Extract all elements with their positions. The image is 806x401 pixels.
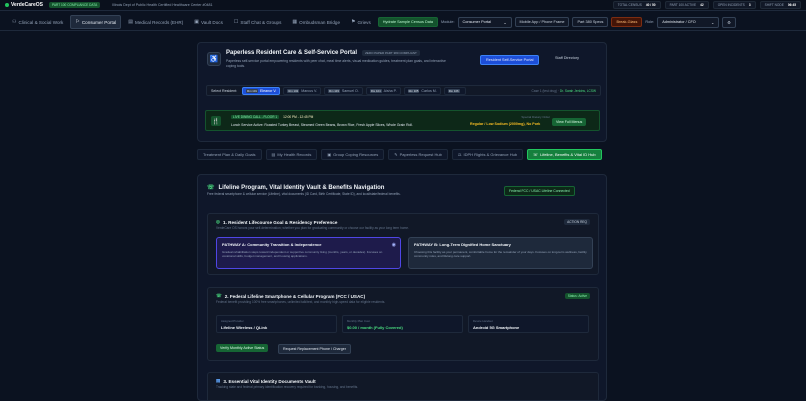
resident-hint: Case 1 (test drug) · Dr. Sarah Jenkins, … xyxy=(531,88,597,93)
resident-chip[interactable]: Rm 105 Carlos M. xyxy=(403,86,441,95)
chat-icon: ☐ xyxy=(233,19,239,25)
resident-chip[interactable]: Rm 104 Aisha P. xyxy=(365,86,401,95)
verify-status-button[interactable]: Verify Monthly Active Status xyxy=(216,344,269,352)
section-description: Federal benefit providing 100% free smar… xyxy=(216,300,386,304)
tab-treatment-plan[interactable]: Treatment Plan & Daily Goals xyxy=(197,148,262,160)
card-description: Free federal smartphone & cellular servi… xyxy=(207,192,401,196)
settings-icon[interactable]: ⚙ xyxy=(722,16,736,28)
section-vital-docs: ▤ 3. Essential Vital Identity Documents V… xyxy=(207,372,599,400)
tab-request-hub[interactable]: ✎ Paperless Request Hub xyxy=(388,148,448,160)
brand-logo-icon xyxy=(5,3,9,7)
chevron-down-icon: ⌄ xyxy=(711,20,715,25)
section-description: VerdeCare OS honors your self-determinat… xyxy=(216,226,409,230)
provider-field: Assigned Provider Lifeline Wireless / QL… xyxy=(216,315,337,333)
nav-ombudsman[interactable]: ▦ Ombudsman Bridge xyxy=(288,16,344,28)
records-icon: ▤ xyxy=(128,19,134,25)
hydrate-button[interactable]: Hydrate Sample Census Data xyxy=(377,17,438,27)
break-glass-button[interactable]: Break-Glass xyxy=(611,17,643,27)
pathway-a-option[interactable]: PATHWAY A: Community Transition & Indepe… xyxy=(216,237,401,269)
bridge-icon: ▦ xyxy=(292,19,298,25)
diet-value: Regular / Low Sodium (2000mg), No Pork xyxy=(470,122,541,126)
portal-tag: ZERO PAPER PART 380 COMPLIANT xyxy=(362,50,420,56)
nav-clinical[interactable]: ⚇ Clinical & Social Work xyxy=(8,16,67,28)
card-title: ☏ Lifeline Program, Vital Identity Vault … xyxy=(207,184,385,192)
phone-icon: ☏ xyxy=(216,293,222,298)
section-lifeline: ☏ 2. Federal Lifeline Smartphone & Cellul… xyxy=(207,287,599,361)
pencil-icon: ✎ xyxy=(394,151,398,157)
view-menus-button[interactable]: View Full Menus xyxy=(552,118,587,126)
stat-incidents: OPEN INCIDENTS 3 xyxy=(712,1,756,9)
resident-chip[interactable]: Rm 106 xyxy=(443,86,466,95)
device-field: Device Handset Android 5G Smartphone xyxy=(468,315,589,333)
portal-description: Paperless self-service portal empowering… xyxy=(226,59,446,68)
section-lifecourse: ◎ 1. Resident Lifecourse Goal & Residency… xyxy=(207,213,599,275)
top-stats: TOTAL CENSUS 40 / 50 PART 100 ACTIVE 42 OP… xyxy=(612,1,801,9)
scale-icon: ⚖ xyxy=(457,151,462,157)
tab-health-records[interactable]: ▤ My Health Records xyxy=(265,148,318,160)
nav-vault-docs[interactable]: ▣ Vault Docs xyxy=(190,16,227,28)
replacement-phone-button[interactable]: Request Replacement Phone / Charger xyxy=(278,344,351,354)
specs-button[interactable]: Part 380 Specs xyxy=(572,17,609,27)
section-title: 1. Resident Lifecourse Goal & Residency … xyxy=(223,219,338,225)
vault-icon: ▣ xyxy=(194,19,200,25)
brand-name: VerdeCareOS xyxy=(11,2,43,8)
plan-cost-field: Monthly Plan Cost $0.00 / month (Fully C… xyxy=(342,315,463,333)
live-badge: LIVE DINING CALL - FLOOR 1 xyxy=(231,115,280,119)
nav-consumer-portal[interactable]: ⚐ Consumer Portal xyxy=(70,15,122,29)
chevron-down-icon: ⌄ xyxy=(503,20,507,25)
portal-tabs: Treatment Plan & Daily Goals ▤ My Health … xyxy=(197,148,607,160)
section-title: 3. Essential Vital Identity Documents Va… xyxy=(223,378,316,384)
resident-chip[interactable]: Rm 103 Samuel O. xyxy=(324,86,363,95)
diet-label: Special Dietary Order xyxy=(521,115,550,119)
select-resident-label: Select Resident: xyxy=(211,88,238,93)
tab-rights-hub[interactable]: ⚖ IDPH Rights & Grievance Hub xyxy=(451,148,524,160)
nav-medical-records[interactable]: ▤ Medical Records (EHR) xyxy=(124,16,187,28)
resident-portal-button[interactable]: Resident Self-Service Portal xyxy=(480,55,540,65)
accessibility-icon: ♿ xyxy=(207,52,221,66)
fcc-badge: Federal FCC / USAC Lifeline Connected xyxy=(504,186,575,196)
target-icon: ◎ xyxy=(216,219,221,224)
stat-shift: SHIFT NODE 06:45 xyxy=(759,1,801,9)
compliance-pill: PART 100 COMPLIANCE DATA xyxy=(48,2,101,8)
action-badge: ACTION REQ xyxy=(564,219,590,225)
stat-part100: PART 100 ACTIVE 42 xyxy=(664,1,709,9)
users-icon: ⚇ xyxy=(12,19,17,25)
tab-lifeline-hub[interactable]: ☏ Lifeline, Benefits & Vital ID Hub xyxy=(527,148,602,160)
nav-grievs[interactable]: ⚑ Grievs xyxy=(347,16,375,28)
lifeline-card: ☏ Lifeline Program, Vital Identity Vault … xyxy=(197,174,607,401)
top-bar: VerdeCareOS PART 100 COMPLIANCE DATA Ill… xyxy=(0,0,806,11)
mobile-app-button[interactable]: Mobile App / Phone Frame xyxy=(514,17,570,27)
stat-census: TOTAL CENSUS 40 / 50 xyxy=(612,1,661,9)
main-nav: ⚇ Clinical & Social Work ⚐ Consumer Portal… xyxy=(0,14,806,31)
resident-chip[interactable]: Rm 102 Marcus V. xyxy=(283,86,322,95)
brand[interactable]: VerdeCareOS xyxy=(5,2,43,8)
dining-icon: 🍴 xyxy=(211,116,221,126)
section-description: Tracking state and federal primary ident… xyxy=(216,385,359,389)
check-circle-icon: ◉ xyxy=(391,242,396,248)
live-menu-text: Lunch Service Active: Roasted Turkey Bre… xyxy=(231,123,413,127)
phone-icon: ☏ xyxy=(207,185,215,191)
section-title: 2. Federal Lifeline Smartphone & Cellula… xyxy=(224,293,366,299)
pathway-b-option[interactable]: PATHWAY B: Long-Term Dignified Home Sanc… xyxy=(408,237,593,269)
portal-icon: ⚐ xyxy=(75,19,80,25)
org-name: Illinois Dept of Public Health Certified… xyxy=(112,3,213,7)
module-select[interactable]: Module: Consumer Portal ⌄ xyxy=(441,16,512,28)
role-select[interactable]: Role: Administrator / CFO ⌄ xyxy=(645,16,720,28)
records-icon: ▤ xyxy=(271,151,276,157)
flag-icon: ⚑ xyxy=(351,19,356,25)
staff-directory-button[interactable]: Staff Directory xyxy=(555,56,579,60)
book-icon: ▣ xyxy=(327,151,332,157)
portal-title: Paperless Resident Care & Self-Service P… xyxy=(226,50,420,56)
status-badge: Status: Active xyxy=(564,293,590,299)
nav-staff-chat[interactable]: ☐ Staff Chat & Groups xyxy=(230,16,286,28)
live-dining-banner: 🍴 LIVE DINING CALL - FLOOR 1 12:00 PM - 1… xyxy=(205,110,600,131)
tab-coping-resources[interactable]: ▣ Group Coping Resources xyxy=(321,148,385,160)
resident-chip[interactable]: Rm 101 Eleanor V. xyxy=(242,86,281,95)
document-icon: ▤ xyxy=(216,378,221,383)
phone-icon: ☏ xyxy=(533,151,539,157)
live-time: 12:00 PM - 12:45 PM xyxy=(283,115,314,119)
resident-selector: Select Resident: Rm 101 Eleanor V. Rm 102… xyxy=(206,85,601,96)
